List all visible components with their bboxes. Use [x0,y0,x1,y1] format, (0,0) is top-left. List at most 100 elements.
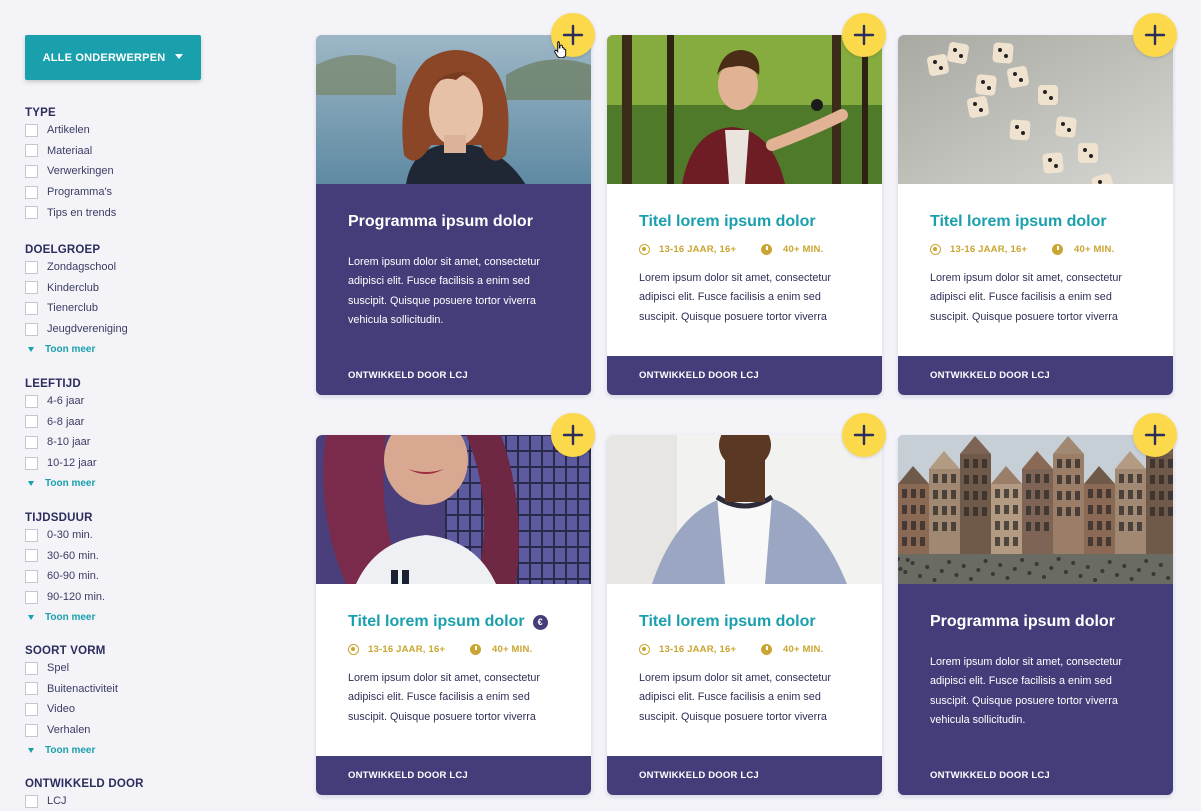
show-more-link[interactable]: Toon meer [28,339,275,359]
content-card[interactable]: Titel lorem ipsum dolor 13-16 JAAR, 16+ 40… [607,413,886,795]
filter-option[interactable]: Verwerkingen [25,161,275,182]
checkbox[interactable] [25,260,38,274]
checkbox[interactable] [25,123,38,137]
checkbox[interactable] [25,456,38,470]
clock-icon [761,244,772,255]
card-title-row[interactable]: Titel lorem ipsum dolor [639,613,852,631]
filter-option[interactable]: 6-8 jaar [25,412,275,433]
filter-option-label: 4-6 jaar [47,395,85,408]
filter-option-label: Jeugdvereniging [47,323,128,336]
card-body: Titel lorem ipsum dolor 13-16 JAAR, 16+ 40… [639,613,852,727]
filter-option[interactable]: Zondagschool [25,257,275,278]
checkbox[interactable] [25,682,38,696]
filter-option[interactable]: Materiaal [25,141,275,162]
filter-option[interactable]: 90-120 min. [25,587,275,608]
checkbox[interactable] [25,164,38,178]
card-title-row[interactable]: Programma ipsum dolor [930,613,1143,631]
add-to-favorites-button[interactable] [842,413,886,457]
checkbox[interactable] [25,549,38,563]
filter-option[interactable]: LCJ [25,791,275,811]
filter-option-label: Verwerkingen [47,165,114,178]
checkbox[interactable] [25,435,38,449]
filter-option[interactable]: Artikelen [25,120,275,141]
filter-group-leeftijd: LEEFTIJD 4-6 jaar 6-8 jaar 8-10 jaar 10-12 j… [25,377,275,493]
card-title[interactable]: Programma ipsum dolor [930,613,1115,631]
filter-group-title: ONTWIKKELD DOOR [25,778,144,790]
filter-group-doelgroep: DOELGROEP Zondagschool Kinderclub Tienerclu… [25,243,275,359]
show-more-link[interactable]: Toon meer [28,473,275,493]
card-footer[interactable]: ONTWIKKELD DOOR LCJ [898,356,1173,395]
filter-option-label: Buitenactiviteit [47,682,118,695]
checkbox[interactable] [25,301,38,315]
card-footer[interactable]: ONTWIKKELD DOOR LCJ [607,756,882,795]
card-title[interactable]: Titel lorem ipsum dolor [639,213,816,231]
show-more-link[interactable]: Toon meer [28,607,275,627]
filter-option[interactable]: Kinderclub [25,278,275,299]
filter-option[interactable]: Buitenactiviteit [25,679,275,700]
content-card[interactable]: Titel lorem ipsum dolor 13-16 JAAR, 16+ 40… [607,13,886,395]
checkbox[interactable] [25,281,38,295]
filter-option[interactable]: 0-30 min. [25,525,275,546]
card-title[interactable]: Programma ipsum dolor [348,213,533,231]
card-title-row[interactable]: Programma ipsum dolor [348,213,561,231]
developed-by-label: ONTWIKKELD DOOR LCJ [348,370,468,381]
show-more-link[interactable]: Toon meer [28,740,275,760]
filter-option[interactable]: 10-12 jaar [25,453,275,474]
filter-option-label: Kinderclub [47,281,99,294]
checkbox[interactable] [25,569,38,583]
filter-option[interactable]: Spel [25,658,275,679]
filter-option[interactable]: Programma's [25,182,275,203]
checkbox[interactable] [25,394,38,408]
checkbox[interactable] [25,322,38,336]
filter-option[interactable]: 30-60 min. [25,546,275,567]
card-footer[interactable]: ONTWIKKELD DOOR LCJ [607,356,882,395]
checkbox[interactable] [25,528,38,542]
filter-option[interactable]: 60-90 min. [25,566,275,587]
filter-option[interactable]: Video [25,699,275,720]
filter-option[interactable]: Verhalen [25,720,275,741]
card-title[interactable]: Titel lorem ipsum dolor [930,213,1107,231]
content-card[interactable]: Titel lorem ipsum dolor 13-16 JAAR, 16+ 40… [898,13,1177,395]
card-title-row[interactable]: Titel lorem ipsum dolor [639,213,852,231]
card-footer[interactable]: ONTWIKKELD DOOR LCJ [316,756,591,795]
filter-option[interactable]: 4-6 jaar [25,391,275,412]
plus-icon [1144,24,1166,46]
clock-icon [470,644,481,655]
card-title[interactable]: Titel lorem ipsum dolor [639,613,816,631]
checkbox[interactable] [25,206,38,220]
checkbox[interactable] [25,590,38,604]
filter-group-type: TYPE Artikelen Materiaal Verwerkingen Progra… [25,106,275,223]
filter-option-label: 6-8 jaar [47,415,85,428]
card-title-row[interactable]: Titel lorem ipsum dolor [930,213,1143,231]
checkbox[interactable] [25,661,38,675]
program-card[interactable]: Programma ipsum dolor Lorem ipsum dolor s… [316,13,595,395]
filter-option-label: Spel [47,662,70,675]
checkbox[interactable] [25,185,38,199]
filter-option[interactable]: Tips en trends [25,202,275,223]
checkbox[interactable] [25,723,38,737]
add-to-favorites-button[interactable] [1133,413,1177,457]
program-card[interactable]: Programma ipsum dolor Lorem ipsum dolor s… [898,413,1177,795]
all-topics-dropdown[interactable]: ALLE ONDERWERPEN [25,35,201,80]
developed-by-label: ONTWIKKELD DOOR LCJ [348,770,468,781]
add-to-favorites-button[interactable] [551,413,595,457]
card-title-row[interactable]: Titel lorem ipsum dolor € [348,613,561,631]
target-icon [930,244,941,255]
card-title[interactable]: Titel lorem ipsum dolor [348,613,525,631]
add-to-favorites-button[interactable] [842,13,886,57]
checkbox[interactable] [25,794,38,808]
card-footer[interactable]: ONTWIKKELD DOOR LCJ [898,756,1173,795]
plus-icon [853,24,875,46]
checkbox[interactable] [25,144,38,158]
content-card[interactable]: Titel lorem ipsum dolor €13-16 JAAR, 16+ 4… [316,413,595,795]
checkbox[interactable] [25,702,38,716]
add-to-favorites-button[interactable] [1133,13,1177,57]
filter-option[interactable]: 8-10 jaar [25,432,275,453]
card-footer[interactable]: ONTWIKKELD DOOR LCJ [316,356,591,395]
chevron-down-icon [175,54,184,59]
card-body: Titel lorem ipsum dolor €13-16 JAAR, 16+ 4… [348,613,561,727]
filter-option[interactable]: Tienerclub [25,298,275,319]
filter-option[interactable]: Jeugdvereniging [25,319,275,340]
all-topics-label: ALLE ONDERWERPEN [42,51,166,64]
checkbox[interactable] [25,415,38,429]
